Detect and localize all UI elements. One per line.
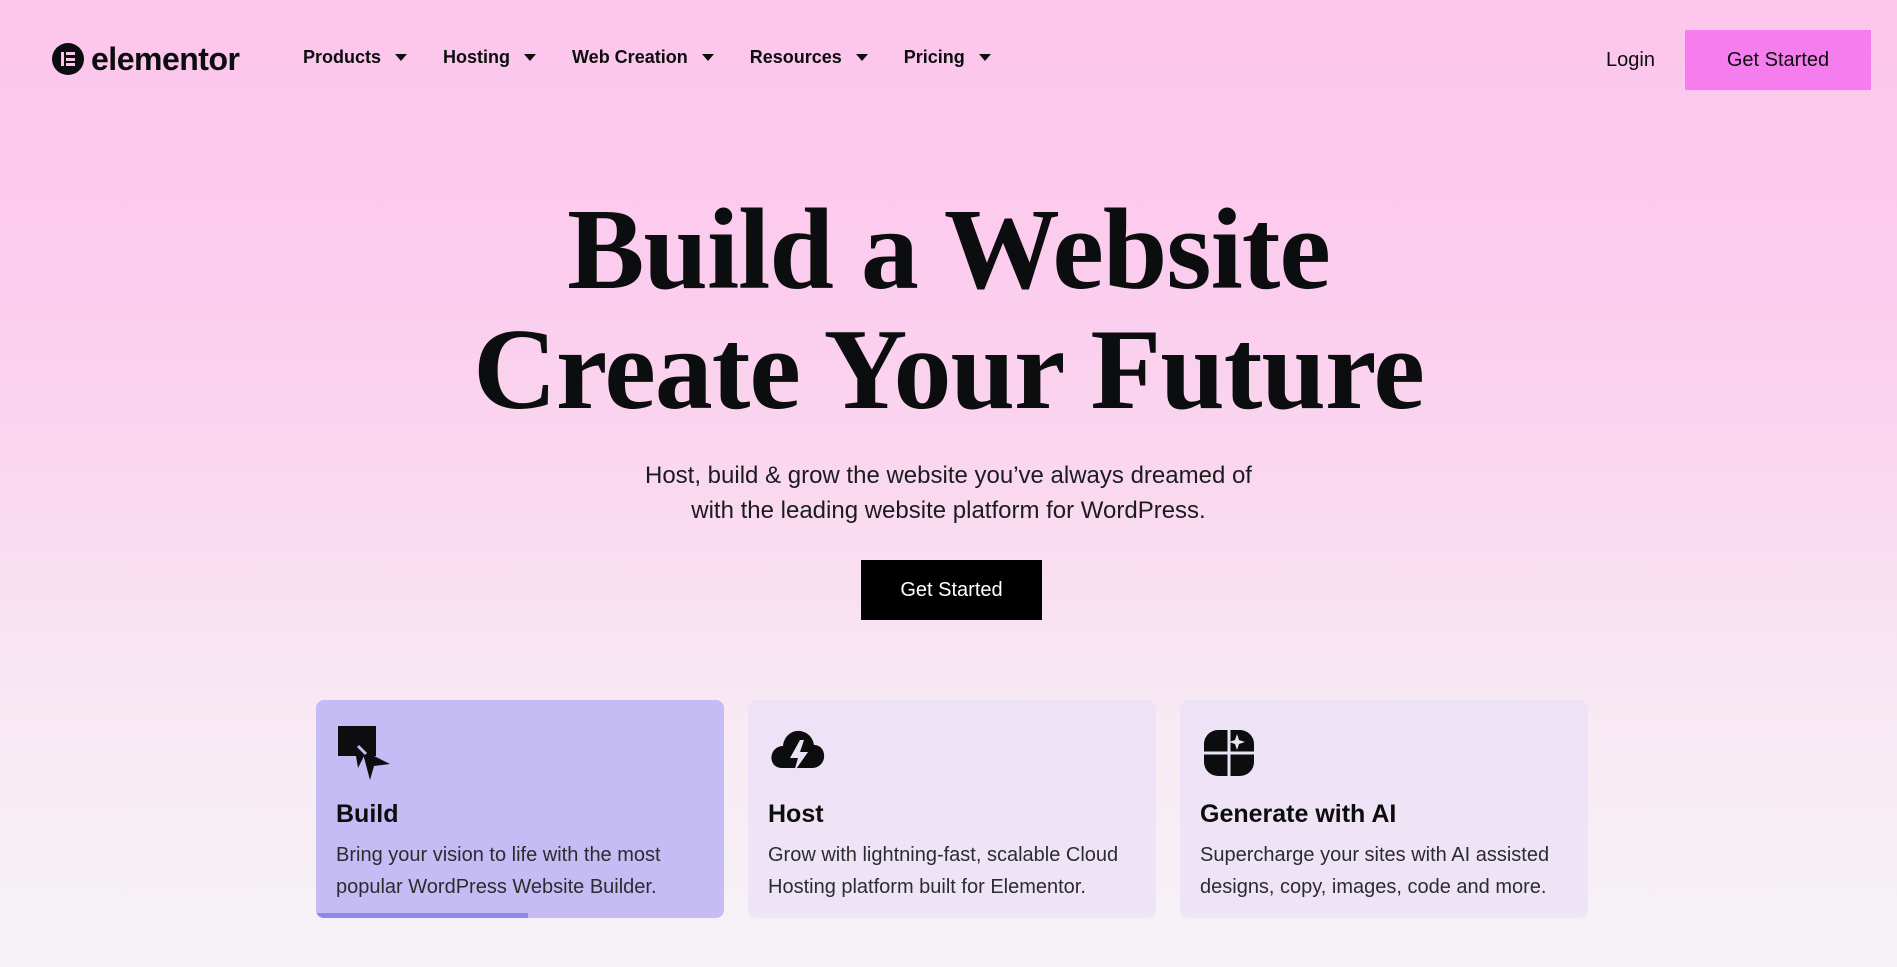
- caret-down-icon: [855, 54, 868, 61]
- card-title: Build: [336, 800, 399, 828]
- nav-item-label: Products: [303, 47, 382, 67]
- nav-item-products[interactable]: Products: [303, 47, 408, 68]
- main-nav: Products Hosting Web Creation Resources …: [303, 47, 1027, 68]
- caret-down-icon: [978, 54, 991, 61]
- login-link[interactable]: Login: [1606, 49, 1655, 72]
- build-icon: [338, 726, 390, 780]
- elementor-logo[interactable]: elementor: [52, 41, 240, 77]
- nav-item-label: Resources: [749, 47, 842, 67]
- feature-card-host[interactable]: Host Grow with lightning-fast, scalable …: [748, 700, 1156, 918]
- nav-item-web-creation[interactable]: Web Creation: [572, 47, 714, 68]
- nav-item-label: Pricing: [903, 47, 965, 67]
- feature-card-generate-ai[interactable]: Generate with AI Supercharge your sites …: [1180, 700, 1588, 918]
- logo-text: elementor: [91, 41, 240, 77]
- card-progress-bar: [316, 913, 529, 918]
- site-header: elementor Products Hosting Web Creation …: [0, 0, 1897, 120]
- caret-down-icon: [524, 54, 537, 61]
- hero-get-started-button[interactable]: Get Started: [861, 560, 1042, 620]
- card-desc-line2: Hosting platform built for Elementor.: [768, 876, 1086, 898]
- card-desc-line2: designs, copy, images, code and more.: [1200, 876, 1547, 898]
- nav-item-hosting[interactable]: Hosting: [443, 47, 537, 68]
- header-get-started-button[interactable]: Get Started: [1685, 30, 1871, 90]
- hero-title: Build a Website Create Your Future: [0, 190, 1897, 430]
- hero-subtitle-line2: with the leading website platform for Wo…: [691, 497, 1206, 524]
- card-title: Generate with AI: [1200, 800, 1397, 828]
- hero-title-line1: Build a Website: [567, 186, 1331, 314]
- caret-down-icon: [701, 54, 714, 61]
- nav-item-resources[interactable]: Resources: [750, 47, 868, 68]
- card-title: Host: [768, 800, 824, 828]
- card-desc-line1: Supercharge your sites with AI assisted: [1200, 844, 1550, 866]
- hero-subtitle: Host, build & grow the website you’ve al…: [0, 458, 1897, 528]
- card-description: Supercharge your sites with AI assisted …: [1200, 839, 1568, 903]
- caret-down-icon: [395, 54, 408, 61]
- card-description: Bring your vision to life with the most …: [336, 839, 704, 903]
- feature-card-build[interactable]: Build Bring your vision to life with the…: [316, 700, 724, 918]
- hero-title-line2: Create Your Future: [473, 306, 1425, 434]
- nav-item-label: Web Creation: [572, 47, 688, 67]
- card-desc-line2: popular WordPress Website Builder.: [336, 876, 657, 898]
- hero-subtitle-line1: Host, build & grow the website you’ve al…: [645, 462, 1252, 489]
- ai-sparkle-icon: [1204, 730, 1254, 776]
- elementor-logo-icon: [52, 43, 84, 75]
- nav-item-pricing[interactable]: Pricing: [904, 47, 991, 68]
- card-desc-line1: Grow with lightning-fast, scalable Cloud: [768, 844, 1119, 866]
- card-desc-line1: Bring your vision to life with the most: [336, 844, 661, 866]
- nav-item-label: Hosting: [443, 47, 511, 67]
- cloud-lightning-icon: [771, 730, 825, 772]
- card-description: Grow with lightning-fast, scalable Cloud…: [768, 839, 1136, 903]
